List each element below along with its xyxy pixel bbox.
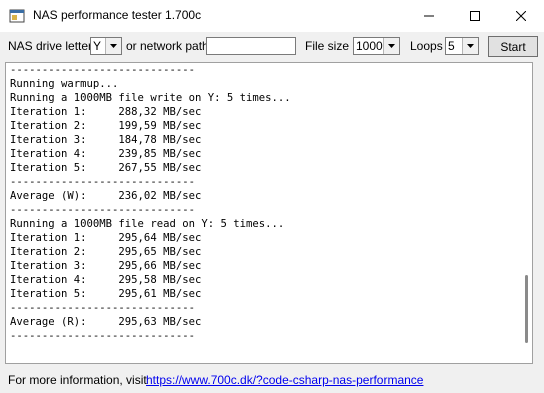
results-output[interactable]: ----------------------------- Running wa… — [5, 62, 533, 364]
drive-letter-label: NAS drive letter — [8, 39, 93, 53]
start-button[interactable]: Start — [488, 36, 538, 57]
results-text: ----------------------------- Running wa… — [10, 64, 291, 342]
loops-select[interactable]: 5 — [445, 37, 479, 55]
network-path-label: or network path — [126, 39, 209, 53]
drive-letter-select[interactable]: Y — [90, 37, 122, 55]
network-path-input[interactable] — [206, 37, 296, 55]
loops-value: 5 — [448, 39, 455, 53]
maximize-icon — [470, 11, 480, 21]
more-info-label: For more information, visit — [8, 373, 147, 387]
file-size-select[interactable]: 1000 — [353, 37, 400, 55]
close-button[interactable] — [498, 0, 544, 32]
app-window-icon — [9, 8, 25, 24]
toolbar: NAS drive letter Y or network path File … — [0, 32, 544, 62]
info-link[interactable]: https://www.700c.dk/?code-csharp-nas-per… — [146, 373, 423, 387]
drive-letter-value: Y — [93, 39, 102, 53]
maximize-button[interactable] — [452, 0, 498, 32]
chevron-down-icon — [105, 38, 121, 54]
chevron-down-icon — [462, 38, 478, 54]
loops-label: Loops — [410, 39, 443, 53]
minimize-icon — [424, 15, 434, 17]
close-icon — [516, 11, 526, 21]
chevron-down-icon — [383, 38, 399, 54]
file-size-label: File size — [305, 39, 350, 53]
window-title: NAS performance tester 1.700c — [33, 8, 202, 22]
title-bar: NAS performance tester 1.700c — [0, 0, 544, 32]
file-size-value: 1000 — [356, 39, 383, 53]
vertical-scrollbar[interactable] — [525, 275, 528, 343]
minimize-button[interactable] — [406, 0, 452, 32]
footer: For more information, visit https://www.… — [0, 364, 544, 393]
